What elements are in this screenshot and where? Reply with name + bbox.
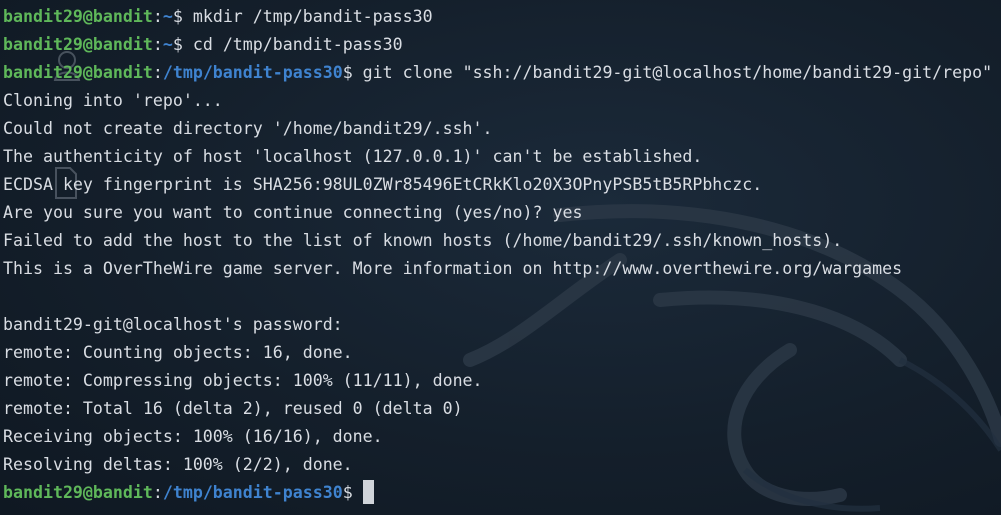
output-line: Could not create directory '/home/bandit… [3,115,1001,143]
output-text: Could not create directory '/home/bandit… [3,119,493,138]
output-line: ECDSA key fingerprint is SHA256:98UL0ZWr… [3,171,1001,199]
terminal-window[interactable]: bandit29@bandit:~$ mkdir /tmp/bandit-pas… [0,0,1001,515]
output-text: Receiving objects: 100% (16/16), done. [3,427,383,446]
output-line: bandit29-git@localhost's password: [3,311,1001,339]
prompt-line: bandit29@bandit:~$ mkdir /tmp/bandit-pas… [3,3,1001,31]
prompt-dollar: $ [342,63,353,82]
output-text: This is a OverTheWire game server. More … [3,259,903,278]
output-line: The authenticity of host 'localhost (127… [3,143,1001,171]
prompt-path: ~ [162,7,173,26]
prompt-user-host: bandit29@bandit [3,63,153,82]
prompt-dollar: $ [342,483,353,502]
output-text: remote: Counting objects: 16, done. [3,343,353,362]
output-text: Cloning into 'repo'... [3,91,223,110]
prompt-line: bandit29@bandit:~$ cd /tmp/bandit-pass30 [3,31,1001,59]
prompt-line: bandit29@bandit:/tmp/bandit-pass30$ [3,479,1001,507]
output-line: remote: Compressing objects: 100% (11/11… [3,367,1001,395]
output-line: Resolving deltas: 100% (2/2), done. [3,451,1001,479]
output-line: Receiving objects: 100% (16/16), done. [3,423,1001,451]
command-text: git clone "ssh://bandit29-git@localhost/… [352,63,993,82]
prompt-colon: : [152,63,163,82]
terminal-cursor[interactable] [362,480,374,504]
prompt-line: bandit29@bandit:/tmp/bandit-pass30$ git … [3,59,1001,87]
prompt-path: /tmp/bandit-pass30 [162,483,343,502]
output-text: ECDSA key fingerprint is SHA256:98UL0ZWr… [3,175,763,194]
command-text: cd /tmp/bandit-pass30 [182,35,403,54]
prompt-user-host: bandit29@bandit [3,7,153,26]
output-line: Cloning into 'repo'... [3,87,1001,115]
output-text: Resolving deltas: 100% (2/2), done. [3,455,353,474]
output-text: remote: Compressing objects: 100% (11/11… [3,371,483,390]
prompt-user-host: bandit29@bandit [3,35,153,54]
prompt-path: /tmp/bandit-pass30 [162,63,343,82]
output-line: remote: Total 16 (delta 2), reused 0 (de… [3,395,1001,423]
prompt-dollar: $ [172,35,183,54]
output-text: The authenticity of host 'localhost (127… [3,147,703,166]
output-line: Are you sure you want to continue connec… [3,199,1001,227]
output-line: This is a OverTheWire game server. More … [3,255,1001,283]
output-text: remote: Total 16 (delta 2), reused 0 (de… [3,399,463,418]
prompt-colon: : [152,7,163,26]
prompt-path: ~ [162,35,173,54]
output-text: Failed to add the host to the list of kn… [3,231,843,250]
prompt-colon: : [152,35,163,54]
prompt-user-host: bandit29@bandit [3,483,153,502]
command-text: mkdir /tmp/bandit-pass30 [182,7,433,26]
prompt-dollar: $ [172,7,183,26]
output-line: remote: Counting objects: 16, done. [3,339,1001,367]
prompt-colon: : [152,483,163,502]
output-line: Failed to add the host to the list of kn… [3,227,1001,255]
output-text: bandit29-git@localhost's password: [3,315,353,334]
output-text: Are you sure you want to continue connec… [3,203,583,222]
